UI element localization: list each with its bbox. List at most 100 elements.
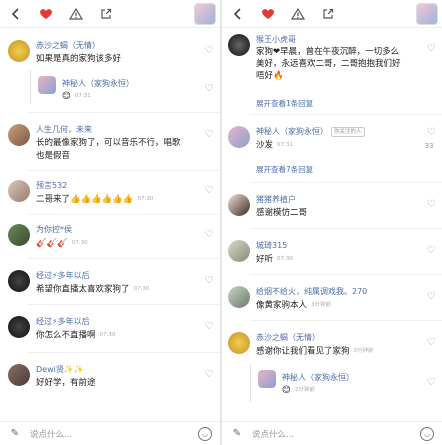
divider [28, 112, 220, 113]
comment-text: 😊 2分钟前 [282, 384, 315, 397]
like-icon[interactable]: ♡ [204, 370, 214, 380]
like-icon[interactable]: ♡ [204, 230, 214, 240]
comment-input[interactable]: 说点什么... [30, 428, 198, 440]
back-icon[interactable] [228, 4, 248, 24]
comment-author[interactable]: 预言532 [36, 180, 67, 191]
avatar[interactable] [8, 224, 30, 246]
avatar[interactable] [8, 180, 30, 202]
comment-author[interactable]: 神秘人（家狗永恒） 你关注的人 [256, 126, 365, 137]
user-avatar[interactable] [194, 3, 216, 25]
comment-text: 家狗❤早晨，曾在午夜沉醉，一切多么 [256, 47, 400, 57]
avatar[interactable] [228, 126, 250, 148]
comment-author[interactable]: Dewi贤✨✨ [36, 364, 84, 375]
comment-text: 像黄家驹本人 3分钟前 [256, 299, 331, 312]
author-name[interactable]: 神秘人（家狗永恒） [256, 127, 328, 136]
comment-body: 像黄家驹本人 [256, 300, 308, 311]
comment-time: 3分钟前 [353, 348, 374, 354]
avatar[interactable] [8, 316, 30, 338]
expand-replies-link[interactable]: 展开查看7条回复 [256, 164, 313, 175]
comment-text: 感谢你让我们看见了家狗 3分钟前 [256, 345, 374, 358]
like-count: 33 [424, 142, 434, 150]
comment-text: 长的最像家狗了，可以音乐不行，唱歌 [36, 138, 181, 148]
comment-body: 你怎么不直播啊 [36, 330, 96, 341]
comment-author[interactable]: 赤沙之蝎（无情） [256, 332, 320, 343]
divider [250, 274, 442, 275]
avatar[interactable] [8, 40, 30, 62]
comment-text-line3: 唔好🔥 [256, 71, 284, 81]
avatar[interactable] [228, 34, 250, 56]
like-icon[interactable]: ♡ [204, 84, 214, 94]
comment-author[interactable]: 给烟不给火，纯属调戏我。270 [256, 286, 367, 297]
comment-author[interactable]: 猴王小虎哥 [256, 34, 296, 45]
comment-author[interactable]: 赤沙之蝎（无情） [36, 40, 100, 51]
warning-icon[interactable] [288, 4, 308, 24]
comment-text: 感谢模仿二哥 [256, 208, 308, 218]
avatar[interactable] [228, 194, 250, 216]
comment-text: 希望你直播太喜欢家狗了 07:30 [36, 283, 149, 296]
comment-time: 07:30 [71, 240, 88, 246]
share-icon[interactable] [318, 4, 338, 24]
avatar[interactable] [8, 270, 30, 292]
like-icon[interactable]: ♡ [426, 292, 436, 302]
like-icon[interactable]: ♡ [426, 44, 436, 54]
top-bar [0, 0, 220, 28]
heart-icon[interactable] [258, 4, 278, 24]
avatar[interactable] [228, 240, 250, 262]
like-icon[interactable]: ♡ [426, 200, 436, 210]
comment-author[interactable]: 经过⚡多年以后 [36, 316, 90, 327]
avatar[interactable] [38, 76, 56, 94]
emoji-icon[interactable]: ◡ [420, 426, 434, 441]
comment-time: 2分钟前 [294, 387, 315, 393]
like-icon[interactable]: ♡ [426, 246, 436, 256]
emoji-icon[interactable]: ◡ [198, 426, 212, 441]
comment-author[interactable]: 神秘人（家狗永恒） [282, 372, 354, 383]
user-avatar[interactable] [416, 3, 438, 25]
reply-line [250, 364, 251, 402]
comment-time: 07:31 [277, 142, 293, 148]
comment-text: 好好学，有前途 [36, 378, 96, 388]
expand-replies-link[interactable]: 展开查看1条回复 [256, 98, 313, 109]
comment-text-line2: 也是假音 [36, 151, 71, 161]
comment-time: 07:30 [277, 256, 293, 262]
comment-text: 沙发 07:31 [256, 139, 293, 152]
comment-time: 07:30 [133, 286, 150, 292]
avatar[interactable] [8, 124, 30, 146]
divider [250, 182, 442, 183]
comment-input[interactable]: 说点什么... [252, 428, 420, 440]
like-icon[interactable]: ♡ [204, 46, 214, 56]
back-icon[interactable] [6, 4, 26, 24]
like-icon[interactable]: ♡ [426, 128, 436, 138]
avatar[interactable] [258, 370, 276, 388]
comment-body: 希望你直播太喜欢家狗了 [36, 284, 130, 295]
warning-icon[interactable] [66, 4, 86, 24]
like-icon[interactable]: ♡ [204, 276, 214, 286]
comment-body: 二哥来了👍👍👍👍👍👍 [36, 194, 134, 205]
comment-body: 好听 [256, 254, 274, 265]
avatar[interactable] [228, 286, 250, 308]
avatar[interactable] [228, 332, 250, 354]
comment-author[interactable]: 人生几何，未来 [36, 124, 92, 135]
like-icon[interactable]: ♡ [204, 130, 214, 140]
comment-input-bar: ✎ 说点什么... ◡ [0, 421, 220, 445]
comment-author[interactable]: 为你控*侯 [36, 224, 72, 235]
like-icon[interactable]: ♡ [426, 338, 436, 348]
comment-author[interactable]: 猪猪养植户 [256, 194, 296, 205]
comment-text: 好听 07:30 [256, 253, 293, 266]
divider [250, 228, 442, 229]
comment-author[interactable]: 神秘人（家狗永恒） [62, 78, 134, 89]
reply-line [30, 70, 31, 104]
comment-text: 🎸🎸🎸 07:30 [36, 237, 88, 250]
heart-icon[interactable] [36, 4, 56, 24]
like-icon[interactable]: ♡ [426, 378, 436, 388]
pen-icon: ✎ [10, 428, 20, 439]
left-panel: 赤沙之蝎（无情） 如果是真的家狗该多好 ♡ 神秘人（家狗永恒） 😊 07:31 ♡… [0, 0, 220, 445]
like-icon[interactable]: ♡ [204, 322, 214, 332]
share-icon[interactable] [96, 4, 116, 24]
avatar[interactable] [8, 364, 30, 386]
comment-body: 🎸🎸🎸 [36, 238, 68, 249]
divider [28, 214, 220, 215]
comment-author[interactable]: 经过⚡多年以后 [36, 270, 90, 281]
like-icon[interactable]: ♡ [204, 186, 214, 196]
comment-author[interactable]: 城琦315 [256, 240, 287, 251]
top-bar [222, 0, 442, 28]
